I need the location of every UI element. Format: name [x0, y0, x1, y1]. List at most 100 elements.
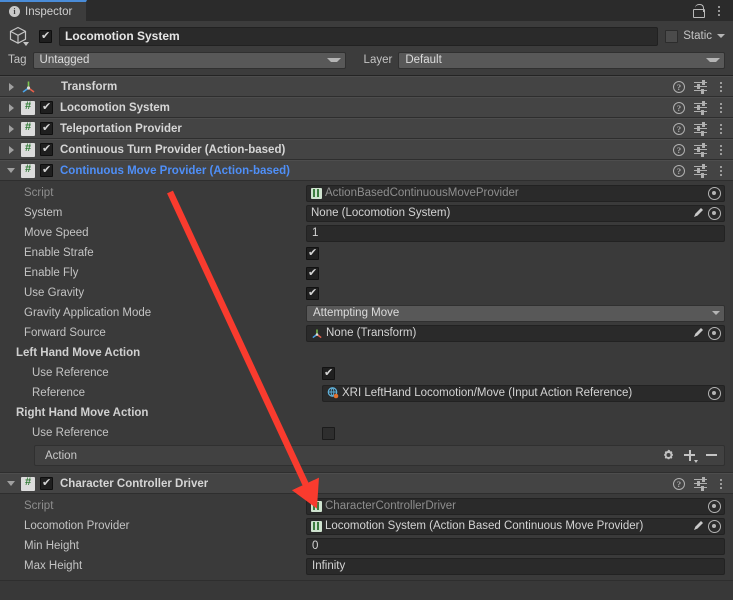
- input-action-reference-icon: [327, 387, 339, 399]
- minus-icon[interactable]: [706, 449, 718, 462]
- help-icon[interactable]: ?: [673, 477, 685, 490]
- component-header-teleportation-provider[interactable]: Teleportation Provider ?: [0, 118, 733, 139]
- system-object-field[interactable]: None (Locomotion System): [306, 204, 725, 222]
- property-row-enable-strafe: Enable Strafe: [0, 243, 733, 263]
- component-enabled-checkbox[interactable]: [40, 100, 53, 114]
- gameobject-enabled-checkbox[interactable]: [39, 29, 52, 43]
- help-icon[interactable]: ?: [673, 101, 685, 114]
- static-dropdown-icon[interactable]: [717, 34, 725, 38]
- preset-sliders-icon[interactable]: [694, 100, 707, 115]
- preset-sliders-icon[interactable]: [694, 79, 707, 94]
- help-icon[interactable]: ?: [673, 164, 685, 177]
- chevron-down-icon: [712, 311, 720, 315]
- script-icon: [21, 121, 35, 136]
- object-picker-icon[interactable]: [708, 186, 721, 200]
- component-enabled-checkbox[interactable]: [40, 163, 53, 177]
- property-row-left-reference: Reference XRI LeftHand Locomotion/Move (…: [0, 383, 733, 403]
- foldout-arrow-icon[interactable]: [6, 124, 16, 133]
- component-header-continuous-move-provider[interactable]: Continuous Move Provider (Action-based) …: [0, 160, 733, 181]
- gear-icon[interactable]: [662, 449, 675, 462]
- property-row-move-speed: Move Speed 1: [0, 223, 733, 243]
- inspector-window: i Inspector Locomotion System Static: [0, 0, 733, 600]
- property-row-use-gravity: Use Gravity: [0, 283, 733, 303]
- component-header-locomotion-system[interactable]: Locomotion System ?: [0, 97, 733, 118]
- max-height-input[interactable]: Infinity: [306, 557, 725, 575]
- static-checkbox[interactable]: [665, 29, 679, 43]
- left-reference-object-field[interactable]: XRI LeftHand Locomotion/Move (Input Acti…: [322, 384, 725, 402]
- property-row-script: Script ActionBasedContinuousMoveProvider: [0, 183, 733, 203]
- left-reference-value: XRI LeftHand Locomotion/Move (Input Acti…: [342, 386, 633, 399]
- kebab-menu-icon[interactable]: [716, 81, 726, 92]
- preset-sliders-icon[interactable]: [694, 163, 707, 178]
- preset-sliders-icon[interactable]: [694, 476, 707, 491]
- object-picker-icon[interactable]: [708, 499, 721, 513]
- tab-inspector-label: Inspector: [25, 5, 73, 18]
- enable-fly-checkbox[interactable]: [306, 266, 319, 280]
- static-toggle-group: Static: [665, 29, 725, 43]
- object-picker-icon[interactable]: [708, 519, 721, 533]
- foldout-arrow-icon[interactable]: [6, 168, 16, 173]
- layer-dropdown[interactable]: Default: [398, 51, 725, 69]
- component-header-transform[interactable]: Transform ?: [0, 76, 733, 97]
- locomotion-provider-object-field[interactable]: Locomotion System (Action Based Continuo…: [306, 517, 725, 535]
- plus-icon[interactable]: [684, 449, 698, 463]
- component-actions: ?: [673, 100, 726, 115]
- right-action-foldout[interactable]: Action: [34, 445, 725, 466]
- lock-icon[interactable]: [692, 4, 705, 18]
- chevron-down-icon: [326, 58, 341, 62]
- enable-strafe-checkbox[interactable]: [306, 246, 319, 260]
- object-picker-icon[interactable]: [708, 206, 721, 220]
- property-label-enable-strafe: Enable Strafe: [24, 247, 94, 259]
- help-icon[interactable]: ?: [673, 80, 685, 93]
- component-enabled-checkbox[interactable]: [40, 121, 53, 135]
- kebab-menu-icon[interactable]: [716, 123, 726, 134]
- move-speed-input[interactable]: 1: [306, 224, 725, 242]
- tab-inspector[interactable]: i Inspector: [0, 0, 88, 21]
- edit-pencil-icon[interactable]: [692, 327, 704, 339]
- property-row-left-use-reference: Use Reference: [0, 363, 733, 383]
- forward-source-object-field[interactable]: None (Transform): [306, 324, 725, 342]
- component-enabled-checkbox[interactable]: [40, 476, 53, 490]
- transform-axis-icon: [311, 328, 323, 339]
- kebab-menu-icon[interactable]: [716, 144, 726, 155]
- property-label-gravity-application-mode: Gravity Application Mode: [24, 307, 152, 319]
- foldout-arrow-icon[interactable]: [6, 82, 16, 91]
- kebab-menu-icon[interactable]: [716, 165, 726, 176]
- component-header-character-controller-driver[interactable]: Character Controller Driver ?: [0, 473, 733, 494]
- gameobject-name-field[interactable]: Locomotion System: [59, 26, 659, 46]
- gravity-application-mode-dropdown[interactable]: Attempting Move: [306, 304, 725, 322]
- use-gravity-checkbox[interactable]: [306, 286, 319, 300]
- left-use-reference-checkbox[interactable]: [322, 366, 335, 380]
- help-icon[interactable]: ?: [673, 143, 685, 156]
- edit-pencil-icon[interactable]: [692, 207, 704, 219]
- transform-axis-icon: [21, 80, 36, 94]
- help-icon[interactable]: ?: [673, 122, 685, 135]
- script-object-field: ActionBasedContinuousMoveProvider: [306, 184, 725, 202]
- kebab-menu-icon[interactable]: [716, 102, 726, 113]
- inspector-tabbar: i Inspector: [0, 0, 733, 21]
- component-enabled-checkbox[interactable]: [40, 142, 53, 156]
- kebab-menu-icon[interactable]: [714, 5, 724, 16]
- preset-sliders-icon[interactable]: [694, 121, 707, 136]
- object-picker-icon[interactable]: [708, 326, 721, 340]
- cube-icon[interactable]: [8, 25, 32, 47]
- property-label-move-speed: Move Speed: [24, 227, 89, 239]
- gameobject-tag-layer-row: Tag Untagged Layer Default: [8, 51, 725, 69]
- property-row-max-height: Max Height Infinity: [0, 556, 733, 576]
- script-icon: [21, 142, 35, 157]
- component-header-continuous-turn-provider[interactable]: Continuous Turn Provider (Action-based) …: [0, 139, 733, 160]
- right-use-reference-checkbox[interactable]: [322, 426, 335, 440]
- foldout-arrow-icon[interactable]: [6, 103, 16, 112]
- foldout-arrow-icon[interactable]: [6, 481, 16, 486]
- continuous-move-provider-body: Script ActionBasedContinuousMoveProvider…: [0, 181, 733, 473]
- min-height-input[interactable]: 0: [306, 537, 725, 555]
- object-picker-icon[interactable]: [708, 386, 721, 400]
- preset-sliders-icon[interactable]: [694, 142, 707, 157]
- foldout-arrow-icon[interactable]: [6, 145, 16, 154]
- property-label-left-hand-move-action: Left Hand Move Action: [16, 347, 141, 359]
- component-actions: ?: [673, 79, 726, 94]
- tag-dropdown[interactable]: Untagged: [32, 51, 346, 69]
- edit-pencil-icon[interactable]: [692, 520, 704, 532]
- property-label-right-use-reference: Use Reference: [32, 427, 109, 439]
- kebab-menu-icon[interactable]: [716, 478, 726, 489]
